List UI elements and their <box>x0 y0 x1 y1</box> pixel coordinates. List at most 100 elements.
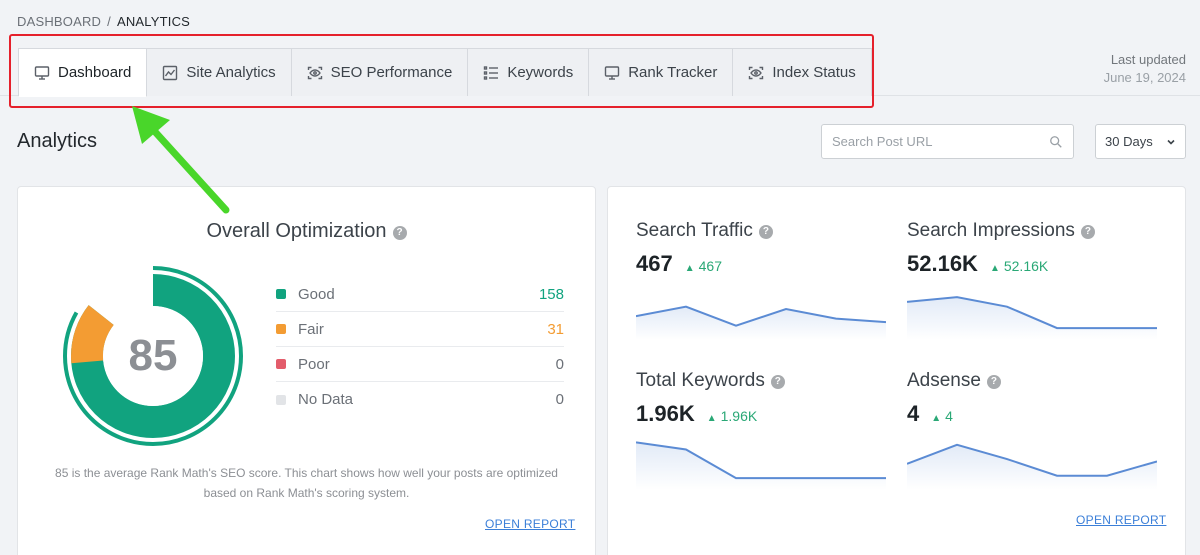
metric-value: 52.16K <box>907 251 978 276</box>
triangle-up-icon: ▲ <box>706 413 717 424</box>
date-range-select[interactable]: 30 Days <box>1095 124 1186 159</box>
optimization-card: Overall Optimization? 85 Good 158 Fair 3… <box>17 186 596 555</box>
legend-swatch <box>276 289 286 299</box>
metric-label-wrap: Search Impressions? <box>907 220 1159 242</box>
sparkline <box>907 296 1157 340</box>
metric-value: 4 <box>907 401 920 426</box>
legend-label: No Data <box>298 391 354 408</box>
legend-value: 0 <box>555 391 564 408</box>
help-icon[interactable]: ? <box>1080 225 1095 239</box>
tab-label: Index Status <box>772 64 856 81</box>
legend-item-no-data[interactable]: No Data 0 <box>276 382 564 417</box>
sparkline <box>907 443 1157 490</box>
tab-site-analytics[interactable]: Site Analytics <box>147 49 292 96</box>
annotation-arrow <box>132 106 230 214</box>
tab-index-status[interactable]: Index Status <box>733 49 871 96</box>
metric-search-traffic: Search Traffic? 467 ▲ 467 <box>636 220 888 340</box>
optimization-title: Overall Optimization <box>206 220 387 242</box>
legend-swatch <box>276 359 286 369</box>
last-updated: Last updated June 19, 2024 <box>1104 51 1186 87</box>
metrics-card: Search Traffic? 467 ▲ 467 Search Impressi… <box>607 186 1186 555</box>
metric-delta-value: 1.96K <box>720 408 758 424</box>
legend-value: 158 <box>538 285 564 303</box>
optimization-title-wrap: Overall Optimization? <box>18 220 595 243</box>
metric-label-wrap: Adsense? <box>907 370 1159 392</box>
last-updated-label: Last updated <box>1110 52 1186 67</box>
metric-label: Search Impressions <box>907 220 1075 241</box>
metric-value: 467 <box>636 251 673 276</box>
legend-value: 0 <box>555 355 564 373</box>
search-input[interactable] <box>832 134 1049 149</box>
last-updated-date: June 19, 2024 <box>1103 70 1186 85</box>
sparkline <box>636 305 886 340</box>
help-icon[interactable]: ? <box>770 375 785 389</box>
legend-swatch <box>276 394 286 405</box>
tab-rank-tracker[interactable]: Rank Tracker <box>589 49 734 96</box>
page-title: Analytics <box>17 130 98 152</box>
triangle-up-icon: ▲ <box>989 263 1000 274</box>
legend-item-fair[interactable]: Fair 31 <box>276 312 564 347</box>
legend-label: Good <box>298 285 335 303</box>
triangle-up-icon: ▲ <box>684 263 695 274</box>
tab-label: Dashboard <box>58 64 132 81</box>
metric-label-wrap: Search Traffic? <box>636 220 888 242</box>
score-value: 85 <box>128 331 178 380</box>
metric-search-impressions: Search Impressions? 52.16K ▲ 52.16K <box>907 220 1159 340</box>
help-icon[interactable]: ? <box>758 225 773 239</box>
list-icon <box>484 65 499 80</box>
legend-label: Fair <box>298 320 324 338</box>
open-report-link[interactable]: OPEN REPORT <box>485 517 575 531</box>
metric-delta: ▲ 4 <box>931 408 953 424</box>
chevron-down-icon <box>1167 139 1175 145</box>
help-icon[interactable]: ? <box>392 226 407 240</box>
metric-row: 467 ▲ 467 <box>636 251 888 277</box>
tab-dashboard[interactable]: Dashboard <box>19 49 148 97</box>
legend-value: 31 <box>547 320 564 338</box>
tab-label: SEO Performance <box>330 64 453 81</box>
legend-item-poor[interactable]: Poor 0 <box>276 347 564 382</box>
tab-label: Keywords <box>507 64 574 81</box>
triangle-up-icon: ▲ <box>931 413 942 424</box>
monitor-icon <box>604 65 620 80</box>
metric-row: 1.96K ▲ 1.96K <box>636 401 888 427</box>
metric-adsense: Adsense? 4 ▲ 4 <box>907 370 1159 490</box>
monitor-icon <box>34 65 50 80</box>
metric-row: 4 ▲ 4 <box>907 401 1159 427</box>
help-icon[interactable]: ? <box>986 375 1001 389</box>
metric-total-keywords: Total Keywords? 1.96K ▲ 1.96K <box>636 370 888 490</box>
metric-delta-value: 52.16K <box>1003 258 1049 274</box>
metric-value: 1.96K <box>636 401 695 426</box>
sparkline-area <box>636 442 886 490</box>
metric-label: Search Traffic <box>636 220 753 241</box>
metric-label: Adsense <box>907 370 981 391</box>
metric-label-wrap: Total Keywords? <box>636 370 888 392</box>
metric-delta: ▲ 52.16K <box>990 258 1048 274</box>
metric-row: 52.16K ▲ 52.16K <box>907 251 1159 277</box>
sparkline <box>636 441 886 490</box>
metric-delta-value: 467 <box>698 258 722 274</box>
eye-scan-icon <box>307 66 322 79</box>
search-icon <box>1050 135 1062 148</box>
metrics-open-report-link[interactable]: OPEN REPORT <box>1076 513 1166 527</box>
metric-delta: ▲ 467 <box>685 258 722 274</box>
metric-label: Total Keywords <box>636 370 765 391</box>
legend-item-good[interactable]: Good 158 <box>276 277 564 312</box>
legend-swatch <box>276 324 286 334</box>
eye-scan-icon <box>749 66 764 79</box>
optimization-description: 85 is the average Rank Math's SEO score.… <box>55 466 558 500</box>
arrow-shaft <box>144 120 230 214</box>
tab-label: Rank Tracker <box>628 64 718 81</box>
legend-label: Poor <box>298 355 330 373</box>
search-box[interactable] <box>821 124 1074 159</box>
sparkline-area <box>907 297 1157 340</box>
sparkline-area <box>636 306 886 340</box>
date-range-value: 30 Days <box>1105 134 1153 149</box>
metric-delta-value: 4 <box>945 408 953 424</box>
metric-delta: ▲ 1.96K <box>707 408 758 424</box>
tab-seo-performance[interactable]: SEO Performance <box>291 49 469 96</box>
line-chart-icon <box>163 65 178 80</box>
optimization-legend: Good 158 Fair 31 Poor 0 No Data 0 <box>276 277 564 417</box>
tab-label: Site Analytics <box>186 64 276 81</box>
tab-keywords[interactable]: Keywords <box>468 49 590 96</box>
tab-bar: Dashboard Site Analytics SEO Performance… <box>18 48 872 97</box>
